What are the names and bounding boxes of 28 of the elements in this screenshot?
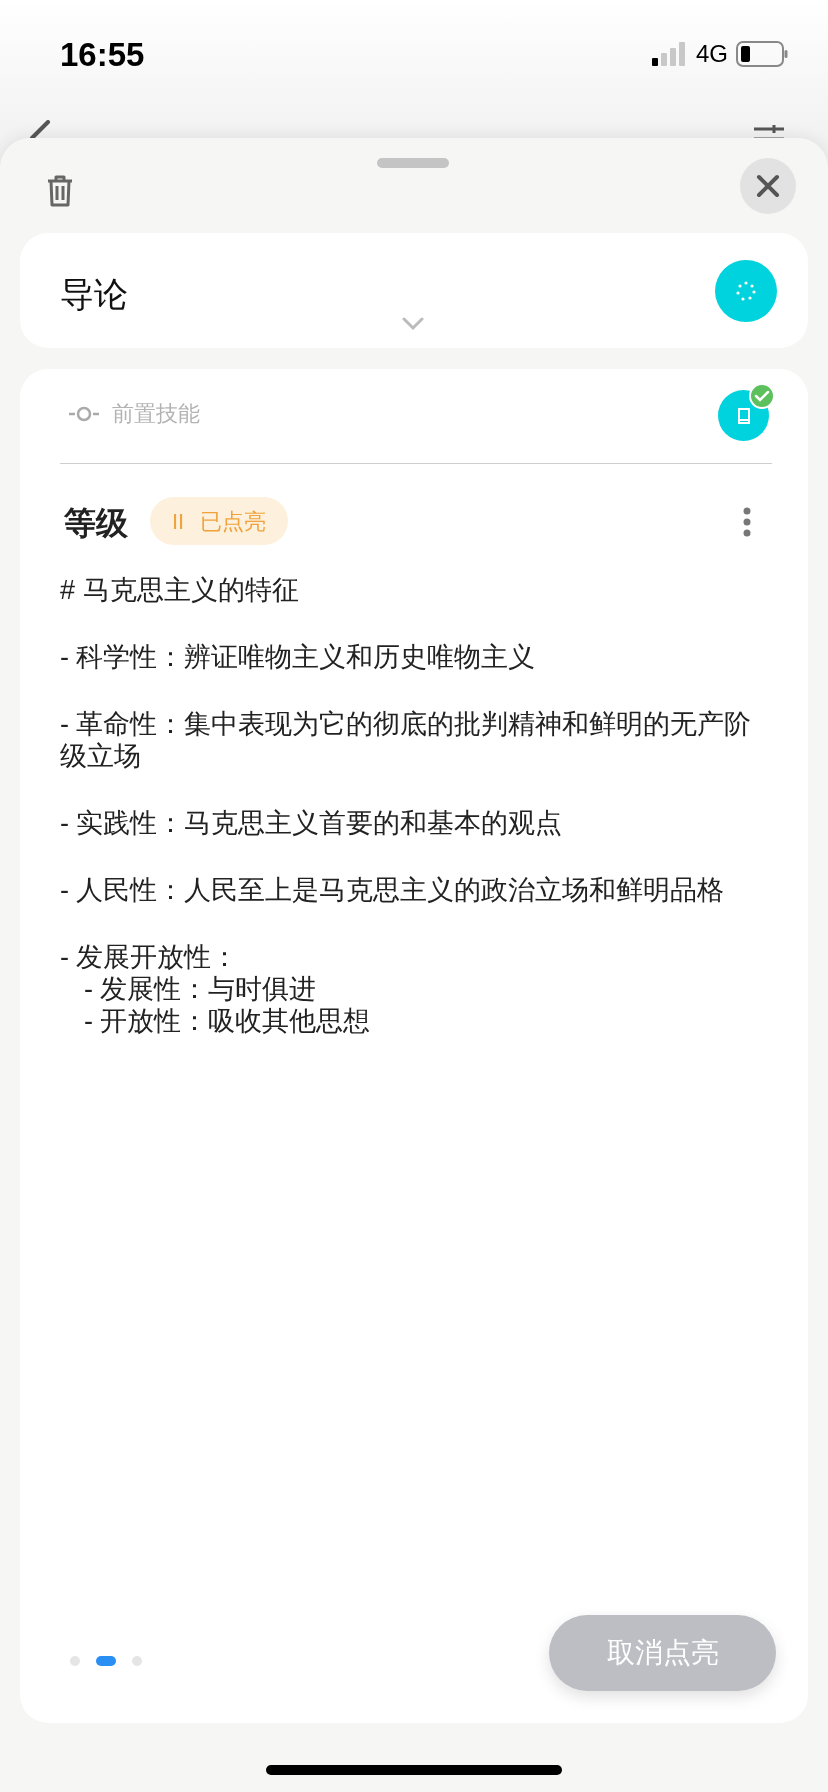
trash-icon[interactable] [46, 174, 74, 208]
node-icon [68, 405, 100, 422]
drag-handle[interactable] [377, 158, 449, 168]
network-label: 4G [696, 39, 728, 69]
section-title: 导论 [60, 274, 128, 315]
loading-icon [736, 281, 756, 301]
note-line: # 马克思主义的特征 [60, 574, 300, 606]
prerequisite-label[interactable]: 前置技能 [112, 397, 200, 430]
note-line: - 革命性：集中表现为它的彻底的批判精神和鲜明的无产阶级立场 [60, 708, 753, 772]
badge-text: 已点亮 [200, 507, 267, 536]
close-icon [756, 174, 780, 198]
battery-icon [736, 41, 788, 67]
cancel-button[interactable]: 取消点亮 [549, 1615, 776, 1691]
more-icon[interactable] [742, 507, 752, 537]
close-button[interactable] [740, 158, 796, 214]
signal-icon [652, 42, 688, 66]
section-card[interactable]: 导论 [20, 233, 808, 348]
chevron-icon[interactable] [402, 317, 424, 331]
pause-icon: II [172, 504, 185, 538]
note-line: - 发展性：与时俱进 [83, 973, 318, 1005]
note-line: - 实践性：马克思主义首要的和基本的观点 [60, 807, 564, 839]
note-line: - 科学性：辨证唯物主义和历史唯物主义 [60, 641, 537, 673]
note-line: - 发展开放性： [60, 941, 240, 973]
level-label: 等级 [64, 504, 128, 543]
note-line: - 开放性：吸收其他思想 [83, 1005, 372, 1037]
note-line: - 人民性：人民至上是马克思主义的政治立场和鲜明品格 [60, 874, 726, 906]
book-icon [736, 406, 751, 425]
status-time: 16:55 [60, 35, 145, 75]
